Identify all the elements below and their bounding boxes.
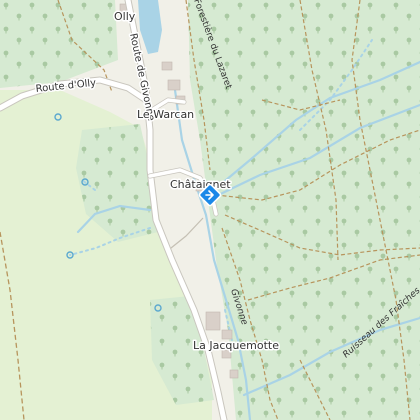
map-canvas[interactable]: Route d'Olly Route de Givonne Forestière…: [0, 0, 420, 420]
place-label-le-warcan[interactable]: Le Warcan: [136, 107, 196, 123]
map-view[interactable]: Route d'Olly Route de Givonne Forestière…: [0, 0, 420, 420]
place-label-olly[interactable]: Olly: [113, 9, 138, 25]
place-label-chataignet[interactable]: Châtaignet: [169, 177, 233, 193]
place-label-la-jacquemotte[interactable]: La Jacquemotte: [192, 338, 281, 354]
